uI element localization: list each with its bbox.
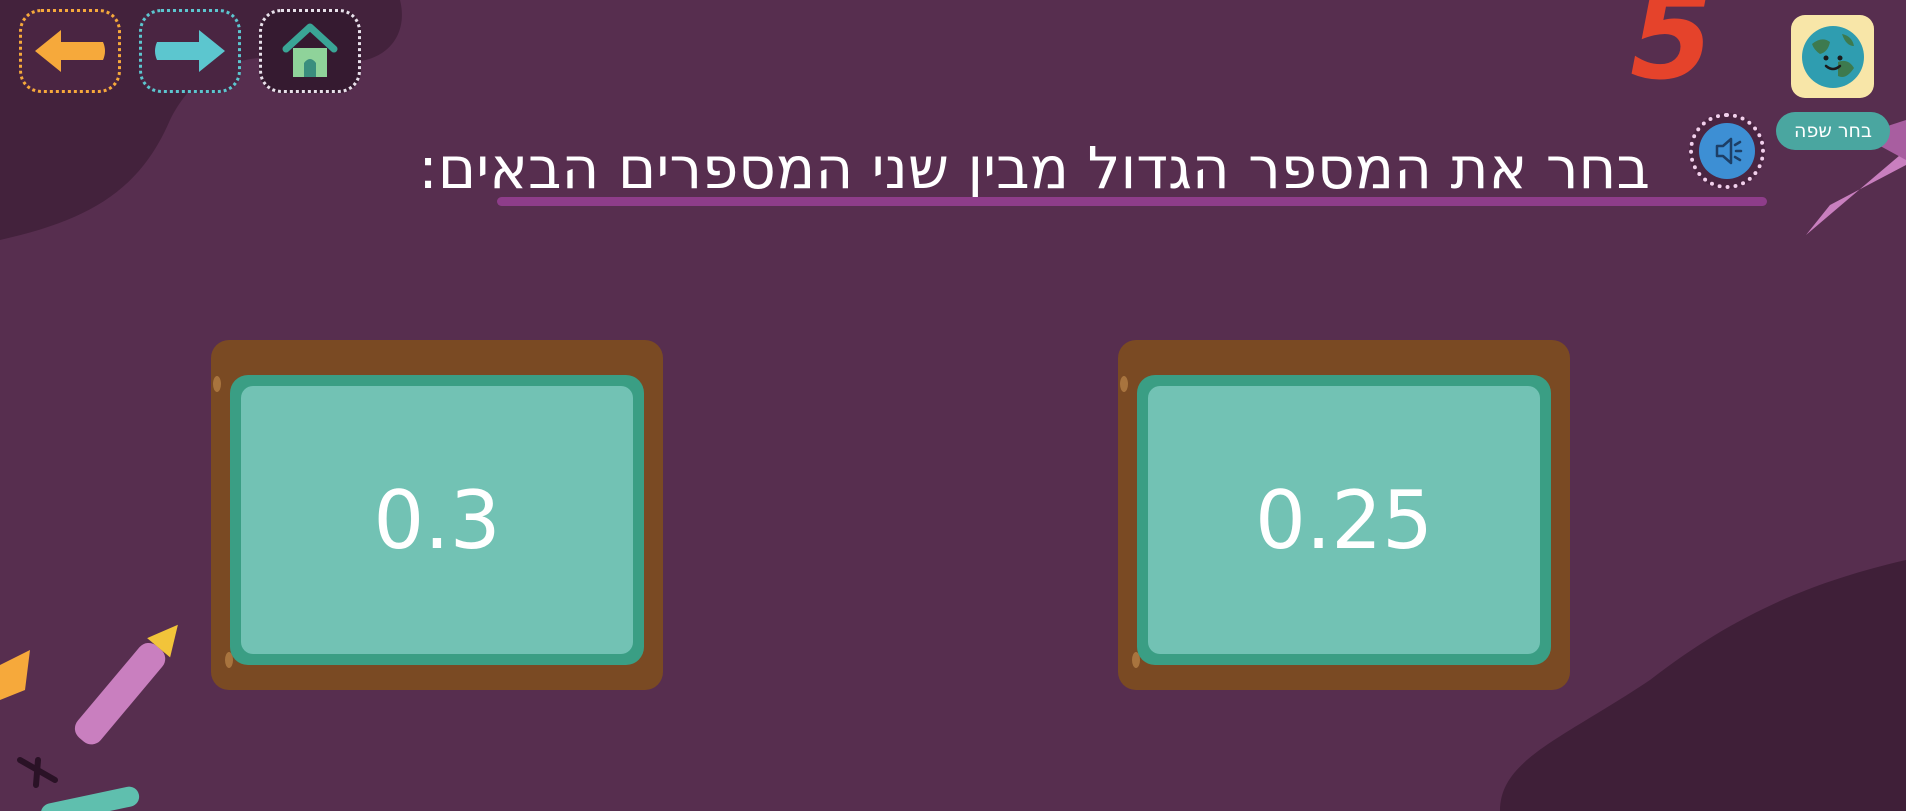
home-button[interactable] bbox=[259, 9, 361, 93]
language-button[interactable] bbox=[1791, 15, 1874, 98]
answer-value: 0.3 bbox=[241, 386, 633, 654]
answer-card-1[interactable]: 0.3 bbox=[211, 340, 663, 690]
back-button[interactable] bbox=[19, 9, 121, 93]
wood-knot bbox=[1120, 376, 1128, 392]
language-label[interactable]: בחר שפה bbox=[1776, 112, 1890, 150]
globe-icon bbox=[1801, 25, 1864, 88]
speaker-icon bbox=[1699, 123, 1755, 179]
question-text: בחר את המספר הגדול מבין שני המספרים הבאי… bbox=[418, 134, 1650, 202]
answer-card-2[interactable]: 0.25 bbox=[1118, 340, 1570, 690]
wood-knot bbox=[213, 376, 221, 392]
answer-value: 0.25 bbox=[1148, 386, 1540, 654]
read-aloud-button[interactable] bbox=[1689, 113, 1765, 189]
house-icon bbox=[282, 23, 338, 77]
title-underline bbox=[497, 197, 1767, 206]
arrow-left-icon bbox=[35, 30, 105, 72]
arrow-right-icon bbox=[155, 30, 225, 72]
decoration-number: 5 bbox=[1630, 0, 1714, 107]
forward-button[interactable] bbox=[139, 9, 241, 93]
